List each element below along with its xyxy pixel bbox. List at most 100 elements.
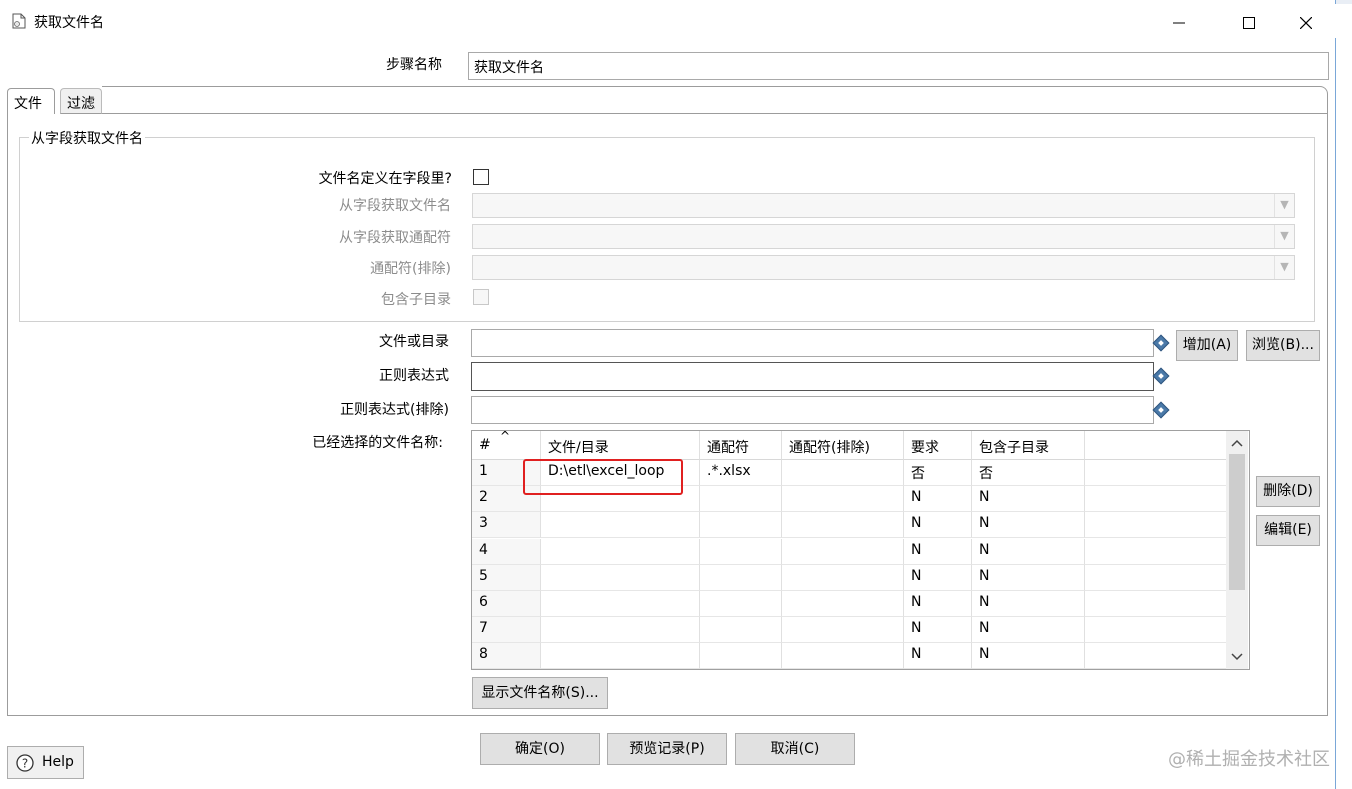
field-wildcard-select[interactable]: ▼ bbox=[472, 224, 1295, 249]
cell-wildcard[interactable] bbox=[700, 643, 782, 669]
title-bar: 获取文件名 bbox=[0, 4, 1336, 38]
cell-empty[interactable] bbox=[1085, 643, 1227, 669]
field-filename-select[interactable]: ▼ bbox=[472, 193, 1295, 218]
tab-file[interactable]: 文件 bbox=[7, 88, 55, 114]
browse-button[interactable]: 浏览(B)... bbox=[1246, 330, 1320, 361]
cell-subfolders[interactable]: N bbox=[972, 617, 1085, 644]
wildcard-exclude-label: 通配符(排除) bbox=[370, 261, 451, 277]
table-scrollbar-thumb[interactable] bbox=[1229, 454, 1245, 590]
cell-index: 5 bbox=[472, 564, 541, 591]
cell-path[interactable] bbox=[541, 512, 700, 539]
cell-path[interactable] bbox=[541, 591, 700, 617]
column-header-path[interactable]: 文件/目录 bbox=[541, 431, 700, 460]
cell-wildcard-exclude[interactable] bbox=[782, 460, 904, 486]
regex-exclude-input[interactable] bbox=[471, 396, 1154, 424]
filename-in-field-label: 文件名定义在字段里? bbox=[318, 171, 452, 187]
chevron-down-icon: ▼ bbox=[1274, 225, 1294, 248]
filename-in-field-checkbox[interactable] bbox=[473, 169, 489, 185]
cell-empty[interactable] bbox=[1085, 617, 1227, 644]
column-header-index[interactable]: # ^ bbox=[472, 431, 541, 460]
cell-wildcard[interactable] bbox=[700, 617, 782, 644]
cell-empty[interactable] bbox=[1085, 591, 1227, 617]
cell-required[interactable]: 否 bbox=[904, 460, 972, 486]
svg-text:?: ? bbox=[22, 757, 28, 771]
dialog-window: 获取文件名 步骤名称 获取文件名 文件 过滤 从字段获取文件名 文件名定义在字段… bbox=[0, 0, 1336, 789]
cell-subfolders[interactable]: N bbox=[972, 564, 1085, 591]
cell-subfolders[interactable]: N bbox=[972, 538, 1085, 565]
cell-index: 6 bbox=[472, 591, 541, 617]
include-subfolders-label: 包含子目录 bbox=[381, 292, 451, 308]
cell-path[interactable] bbox=[541, 538, 700, 565]
cell-empty[interactable] bbox=[1085, 539, 1227, 565]
chevron-up-icon bbox=[1231, 439, 1243, 447]
cell-required[interactable]: N bbox=[904, 617, 972, 644]
cell-empty[interactable] bbox=[1085, 512, 1227, 539]
cell-subfolders[interactable]: N bbox=[972, 512, 1085, 539]
preview-button[interactable]: 预览记录(P) bbox=[607, 733, 727, 765]
wildcard-exclude-select[interactable]: ▼ bbox=[472, 255, 1295, 280]
cell-wildcard-exclude[interactable] bbox=[782, 617, 904, 644]
cell-subfolders[interactable]: 否 bbox=[972, 460, 1085, 486]
maximize-button[interactable] bbox=[1226, 8, 1272, 38]
minimize-icon bbox=[1173, 22, 1185, 24]
cell-empty[interactable] bbox=[1085, 486, 1227, 513]
column-header-wildcard[interactable]: 通配符 bbox=[700, 431, 782, 460]
edit-button[interactable]: 编辑(E) bbox=[1256, 515, 1320, 546]
cell-wildcard[interactable] bbox=[700, 564, 782, 591]
cell-path[interactable] bbox=[541, 564, 700, 591]
cell-required[interactable]: N bbox=[904, 643, 972, 669]
ok-button[interactable]: 确定(O) bbox=[480, 733, 600, 765]
maximize-icon bbox=[1243, 17, 1255, 29]
cell-required[interactable]: N bbox=[904, 564, 972, 591]
cell-wildcard[interactable] bbox=[700, 538, 782, 565]
tab-divider bbox=[102, 113, 1328, 114]
cell-wildcard-exclude[interactable] bbox=[782, 564, 904, 591]
tab-strip-border bbox=[102, 86, 1320, 87]
minimize-button[interactable] bbox=[1156, 8, 1202, 38]
cell-wildcard-exclude[interactable] bbox=[782, 486, 904, 513]
cell-path[interactable] bbox=[541, 617, 700, 644]
cell-path[interactable] bbox=[541, 643, 700, 669]
cell-subfolders[interactable]: N bbox=[972, 486, 1085, 513]
window-title: 获取文件名 bbox=[34, 15, 104, 31]
show-filenames-button[interactable]: 显示文件名称(S)... bbox=[472, 677, 608, 709]
cell-wildcard[interactable] bbox=[700, 591, 782, 617]
cell-subfolders[interactable]: N bbox=[972, 591, 1085, 617]
cell-subfolders[interactable]: N bbox=[972, 643, 1085, 669]
cell-wildcard-exclude[interactable] bbox=[782, 538, 904, 565]
close-icon bbox=[1299, 16, 1313, 30]
cell-empty[interactable] bbox=[1085, 460, 1227, 486]
cell-required[interactable]: N bbox=[904, 538, 972, 565]
column-header-subfolders[interactable]: 包含子目录 bbox=[972, 431, 1085, 460]
help-button[interactable]: ? Help bbox=[7, 746, 84, 779]
step-name-label: 步骤名称 bbox=[386, 57, 442, 73]
file-or-dir-input[interactable] bbox=[471, 329, 1154, 357]
file-or-dir-label: 文件或目录 bbox=[379, 334, 449, 350]
cell-wildcard-exclude[interactable] bbox=[782, 643, 904, 669]
column-header-wildcard-exclude[interactable]: 通配符(排除) bbox=[782, 431, 904, 460]
delete-button[interactable]: 删除(D) bbox=[1256, 476, 1320, 507]
watermark: @稀土掘金技术社区 bbox=[1168, 749, 1330, 770]
cell-required[interactable]: N bbox=[904, 512, 972, 539]
regex-label: 正则表达式 bbox=[379, 368, 449, 384]
cell-wildcard[interactable]: .*.xlsx bbox=[700, 460, 782, 486]
chevron-down-icon: ▼ bbox=[1274, 194, 1294, 217]
cell-wildcard[interactable] bbox=[700, 512, 782, 539]
add-button[interactable]: 增加(A) bbox=[1176, 330, 1238, 361]
close-button[interactable] bbox=[1283, 8, 1329, 38]
cell-wildcard-exclude[interactable] bbox=[782, 512, 904, 539]
column-header-required[interactable]: 要求 bbox=[904, 431, 972, 460]
cell-wildcard-exclude[interactable] bbox=[782, 591, 904, 617]
include-subfolders-checkbox[interactable] bbox=[473, 289, 489, 305]
cell-required[interactable]: N bbox=[904, 486, 972, 513]
regex-input[interactable] bbox=[471, 362, 1154, 391]
regex-exclude-label: 正则表达式(排除) bbox=[340, 402, 449, 418]
cell-required[interactable]: N bbox=[904, 591, 972, 617]
step-name-input[interactable]: 获取文件名 bbox=[468, 52, 1329, 80]
cell-empty[interactable] bbox=[1085, 565, 1227, 591]
tab-filter[interactable]: 过滤 bbox=[60, 88, 102, 114]
cancel-button[interactable]: 取消(C) bbox=[735, 733, 855, 765]
field-wildcard-label: 从字段获取通配符 bbox=[339, 230, 451, 246]
chevron-down-icon: ▼ bbox=[1274, 256, 1294, 279]
cell-wildcard[interactable] bbox=[700, 486, 782, 513]
